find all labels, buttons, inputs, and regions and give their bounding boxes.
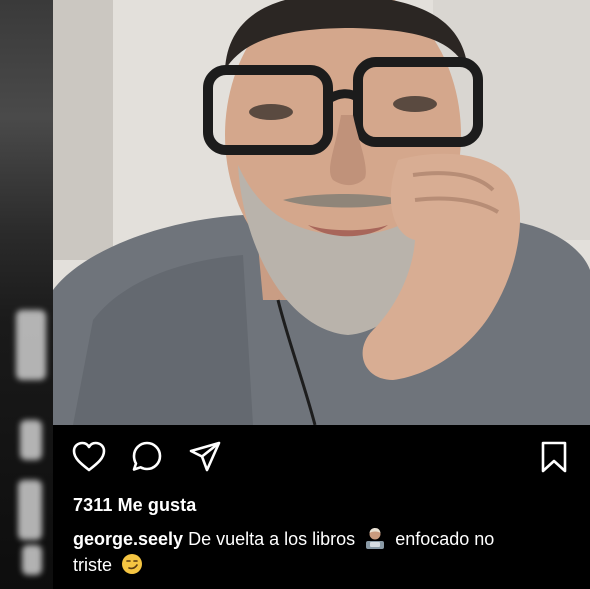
post-frame: 7311 Me gusta george.seely De vuelta a l… bbox=[0, 0, 590, 589]
man-technologist-emoji bbox=[364, 527, 386, 549]
portrait-illustration bbox=[53, 0, 590, 425]
caption-text-3: triste bbox=[73, 555, 113, 575]
comment-icon[interactable] bbox=[129, 439, 165, 475]
blurred-background-strip bbox=[0, 0, 53, 589]
caption-text-2: enfocado no bbox=[395, 529, 495, 549]
bookmark-icon[interactable] bbox=[536, 439, 572, 475]
action-bar bbox=[71, 439, 223, 475]
smirking-face-emoji bbox=[121, 553, 143, 575]
heart-icon[interactable] bbox=[71, 439, 107, 475]
post-footer: 7311 Me gusta george.seely De vuelta a l… bbox=[53, 425, 590, 589]
username-link[interactable]: george.seely bbox=[73, 529, 183, 549]
post-caption: george.seely De vuelta a los libros enfo… bbox=[73, 526, 573, 578]
likes-label: Me gusta bbox=[117, 495, 197, 515]
send-icon[interactable] bbox=[187, 439, 223, 475]
likes-count[interactable]: 7311 Me gusta bbox=[73, 495, 196, 516]
post-photo[interactable] bbox=[53, 0, 590, 425]
likes-number: 7311 bbox=[73, 495, 113, 515]
caption-text-1: De vuelta a los libros bbox=[188, 529, 356, 549]
